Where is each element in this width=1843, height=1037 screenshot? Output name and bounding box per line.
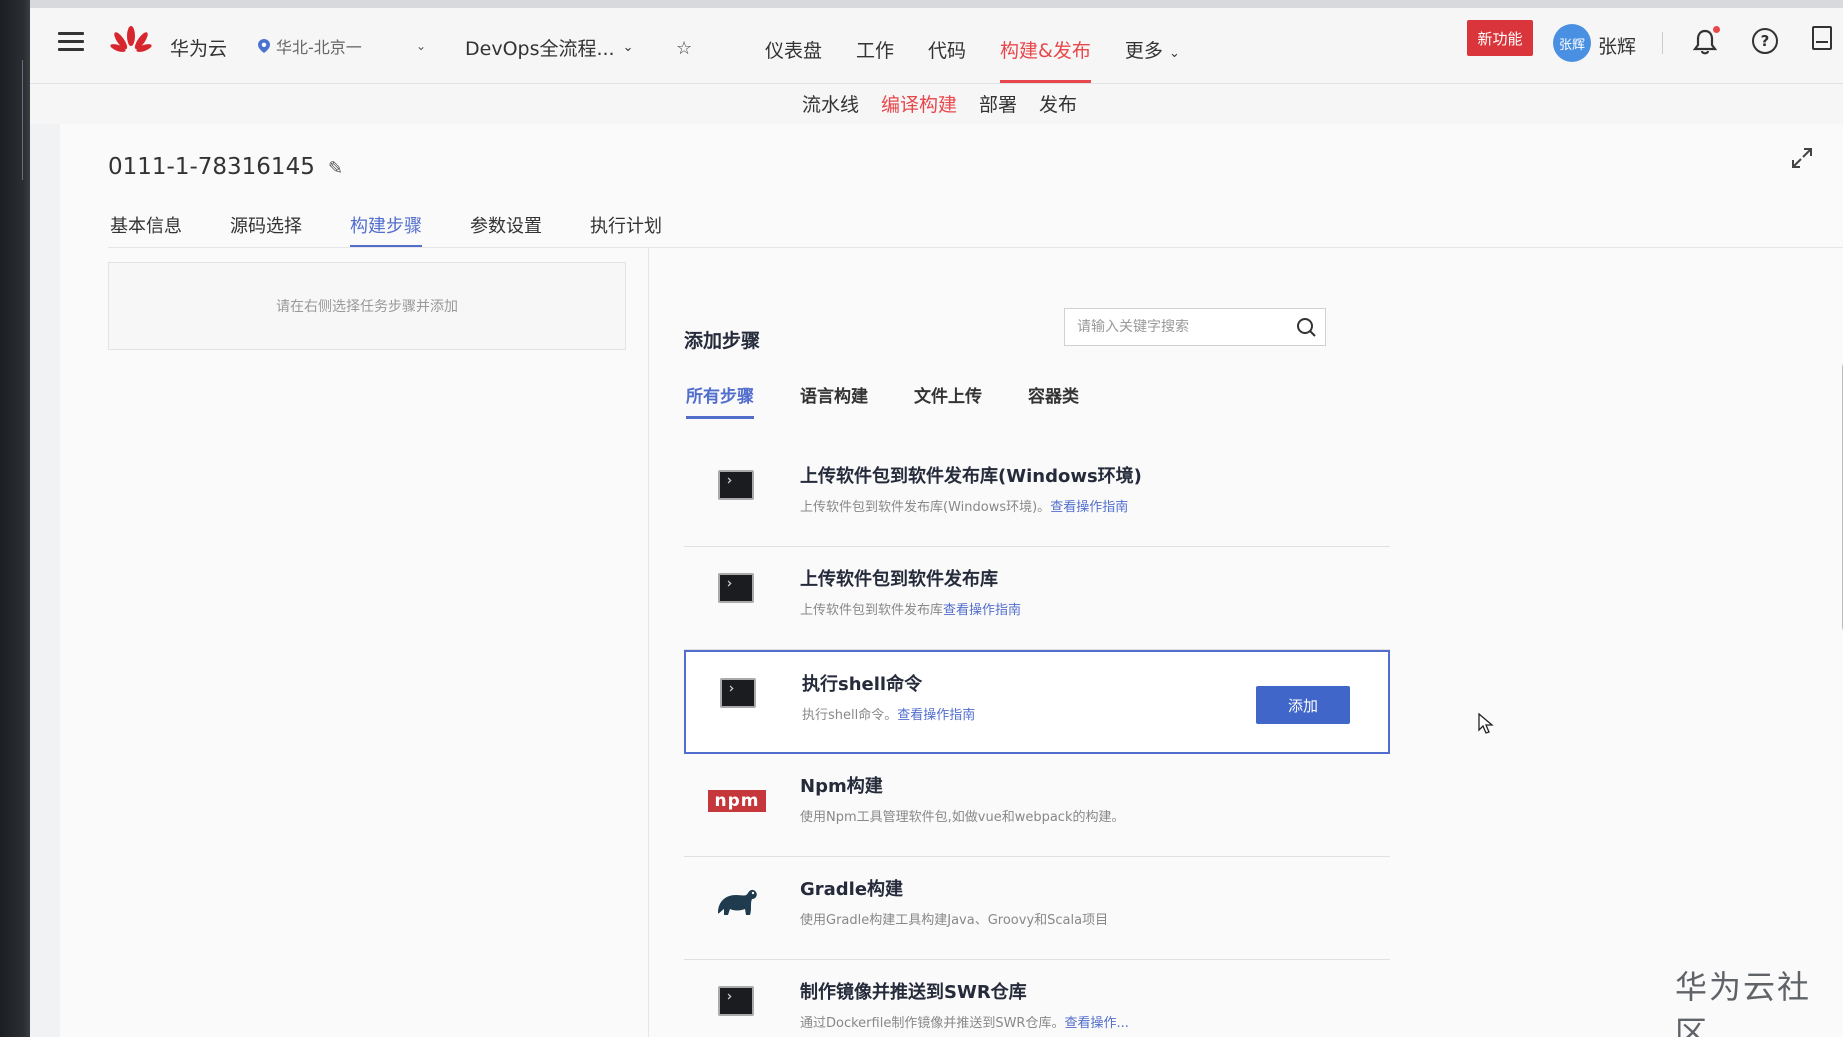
nav-code[interactable]: 代码 [928, 36, 966, 73]
step-desc-text: 上传软件包到软件发布库(Windows环境)。 [800, 500, 1051, 515]
mouse-cursor-icon [1478, 713, 1494, 734]
chevron-down-icon: ⌄ [415, 39, 426, 53]
tab-language-build[interactable]: 语言构建 [800, 382, 868, 419]
step-name: 上传软件包到软件发布库 [800, 569, 998, 590]
step-desc-text: 上传软件包到软件发布库 [800, 603, 944, 618]
tab-container[interactable]: 容器类 [1028, 382, 1079, 419]
page-title: 0111-1-78316145 [108, 154, 315, 180]
empty-hint: 请在右侧选择任务步骤并添加 [276, 299, 458, 315]
subnav-pipeline[interactable]: 流水线 [802, 84, 859, 124]
region-selector[interactable]: 华北-北京一 ⌄ [258, 30, 426, 62]
bookmarks-bar [30, 0, 1843, 8]
panel-divider [648, 248, 649, 1037]
top-header: 华为云 华北-北京一 ⌄ DevOps全流程... ⌄ ☆ 仪表盘 工作 代码 … [30, 8, 1843, 84]
npm-icon: npm [708, 790, 766, 812]
add-steps-panel: 添加步骤 所有步骤 语言构建 文件上传 容器类 上传软件包到软件发布库(Wind… [650, 248, 1830, 1037]
step-description: 执行shell命令。查看操作指南 [802, 704, 975, 723]
step-name: 上传软件包到软件发布库(Windows环境) [800, 466, 1142, 487]
search-icon[interactable] [1295, 316, 1317, 338]
step-name: 执行shell命令 [802, 674, 923, 695]
tab-schedule[interactable]: 执行计划 [590, 212, 662, 248]
step-description: 使用Gradle构建工具构建Java、Groovy和Scala项目 [800, 913, 1109, 928]
subnav-deploy[interactable]: 部署 [979, 84, 1017, 124]
hamburger-menu-icon[interactable] [58, 32, 84, 52]
guide-link[interactable]: 查看操作指南 [897, 708, 975, 723]
fullscreen-expand-icon[interactable] [1790, 146, 1814, 170]
add-step-button[interactable]: 添加 [1256, 686, 1350, 724]
tab-source[interactable]: 源码选择 [230, 212, 302, 248]
sub-nav: 流水线 编译构建 部署 发布 [30, 84, 1843, 124]
new-feature-badge[interactable]: 新功能 [1467, 20, 1533, 56]
step-description: 使用Npm工具管理软件包,如做vue和webpack的构建。 [800, 810, 1125, 825]
step-item-upload[interactable]: 上传软件包到软件发布库 上传软件包到软件发布库查看操作指南 [684, 547, 1390, 650]
tab-build-steps[interactable]: 构建步骤 [350, 212, 422, 248]
notification-dot [1713, 26, 1720, 33]
top-nav: 仪表盘 工作 代码 构建&发布 更多 ⌄ [765, 36, 1214, 83]
guide-link[interactable]: 查看操作... [1064, 1016, 1128, 1031]
step-list-placeholder: 请在右侧选择任务步骤并添加 [108, 262, 626, 350]
nav-build-release[interactable]: 构建&发布 [1000, 36, 1091, 83]
nav-dashboard[interactable]: 仪表盘 [765, 36, 822, 73]
tab-parameters[interactable]: 参数设置 [470, 212, 542, 248]
step-item-npm[interactable]: npm Npm构建 使用Npm工具管理软件包,如做vue和webpack的构建。 [684, 754, 1390, 857]
browser-screen: 华为云 华北-北京一 ⌄ DevOps全流程... ⌄ ☆ 仪表盘 工作 代码 … [30, 0, 1843, 1037]
monitor-bezel [0, 0, 34, 1037]
guide-link[interactable]: 查看操作指南 [943, 603, 1021, 618]
step-list: 上传软件包到软件发布库(Windows环境) 上传软件包到软件发布库(Windo… [684, 444, 1390, 1037]
nav-more-label: 更多 [1124, 40, 1163, 62]
step-search-input[interactable] [1077, 319, 1295, 335]
username[interactable]: 张辉 [1598, 32, 1636, 59]
edit-pencil-icon[interactable]: ✎ [328, 158, 343, 179]
step-description: 上传软件包到软件发布库查看操作指南 [800, 599, 1021, 618]
terminal-icon [718, 986, 754, 1016]
chevron-down-icon: ⌄ [1168, 46, 1180, 61]
tab-file-upload[interactable]: 文件上传 [914, 382, 982, 419]
terminal-icon [720, 678, 756, 708]
step-item-swr-image[interactable]: 制作镜像并推送到SWR仓库 通过Dockerfile制作镜像并推送到SWR仓库。… [684, 960, 1390, 1037]
step-item-gradle[interactable]: Gradle构建 使用Gradle构建工具构建Java、Groovy和Scala… [684, 857, 1390, 960]
nav-more[interactable]: 更多 ⌄ [1125, 36, 1180, 73]
step-desc-text: 执行shell命令。 [802, 708, 898, 723]
step-item-shell[interactable]: 执行shell命令 执行shell命令。查看操作指南 添加 [684, 650, 1390, 754]
help-icon[interactable]: ? [1752, 28, 1778, 54]
header-divider [1662, 32, 1663, 54]
huawei-logo [110, 26, 152, 52]
subnav-release[interactable]: 发布 [1039, 84, 1077, 124]
favorite-star-icon[interactable]: ☆ [676, 38, 692, 59]
step-search-box [1064, 308, 1326, 346]
step-name: Gradle构建 [800, 879, 904, 900]
step-item-upload-windows[interactable]: 上传软件包到软件发布库(Windows环境) 上传软件包到软件发布库(Windo… [684, 444, 1390, 547]
user-avatar[interactable]: 张辉 [1553, 24, 1591, 62]
config-tabs: 基本信息 源码选择 构建步骤 参数设置 执行计划 [110, 212, 710, 248]
step-desc-text: 通过Dockerfile制作镜像并推送到SWR仓库。 [800, 1016, 1065, 1031]
chevron-down-icon: ⌄ [622, 40, 634, 55]
project-selector[interactable]: DevOps全流程... ⌄ [465, 34, 634, 61]
main-content: 0111-1-78316145 ✎ 基本信息 源码选择 构建步骤 参数设置 执行… [60, 124, 1843, 1037]
step-name: Npm构建 [800, 776, 883, 797]
location-pin-icon [258, 39, 270, 53]
project-label: DevOps全流程... [465, 38, 615, 60]
step-description: 通过Dockerfile制作镜像并推送到SWR仓库。查看操作... [800, 1012, 1129, 1031]
step-description: 上传软件包到软件发布库(Windows环境)。查看操作指南 [800, 496, 1128, 515]
tab-all-steps[interactable]: 所有步骤 [686, 382, 754, 419]
step-category-tabs: 所有步骤 语言构建 文件上传 容器类 [686, 382, 1125, 419]
nav-work[interactable]: 工作 [856, 36, 894, 73]
step-name: 制作镜像并推送到SWR仓库 [800, 982, 1027, 1003]
terminal-icon [718, 573, 754, 603]
gradle-icon [718, 889, 757, 915]
terminal-icon [718, 470, 754, 500]
document-icon[interactable] [1812, 26, 1832, 50]
subnav-compile-build[interactable]: 编译构建 [881, 84, 957, 124]
guide-link[interactable]: 查看操作指南 [1050, 500, 1128, 515]
watermark: 华为云社区 [1675, 968, 1812, 1037]
region-label: 华北-北京一 [276, 38, 362, 57]
add-steps-title: 添加步骤 [684, 330, 761, 352]
brand-name: 华为云 [170, 38, 228, 60]
tab-basic-info[interactable]: 基本信息 [110, 212, 182, 248]
